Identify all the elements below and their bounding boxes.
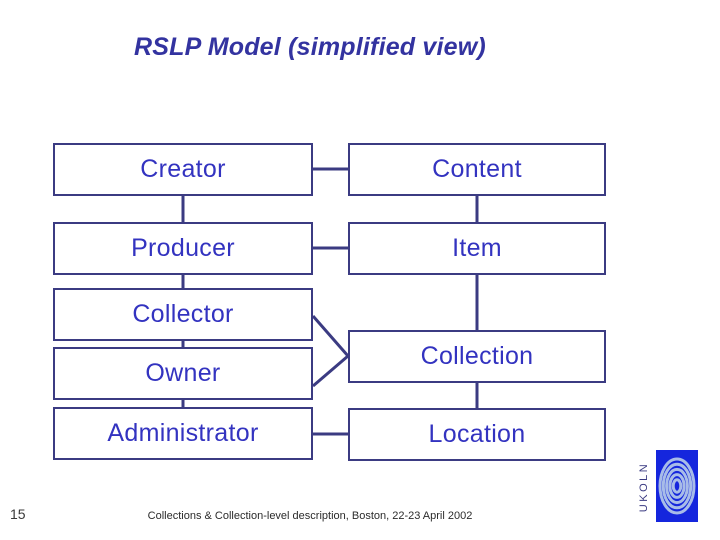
node-label: Collection [420,342,534,370]
connector-collector-to-collection [311,315,350,357]
ukoln-logo: UKOLN [634,448,708,528]
node-box-content[interactable]: Content [348,143,606,196]
node-label: Creator [140,155,226,183]
node-box-collector[interactable]: Collector [53,288,313,341]
slide-canvas: RSLP Model (simplified view) Creator Prod… [0,0,720,540]
ukoln-logo-mark [656,450,698,522]
node-label: Content [432,155,522,183]
connector-owner-to-collection [312,354,349,388]
ukoln-rings-icon [658,457,696,515]
footer-text: Collections & Collection-level descripti… [147,510,473,522]
node-box-location[interactable]: Location [348,408,606,461]
node-box-item[interactable]: Item [348,222,606,275]
node-box-administrator[interactable]: Administrator [53,407,313,460]
node-box-owner[interactable]: Owner [53,347,313,400]
node-label: Owner [145,359,221,387]
ukoln-wordmark-text: UKOLN [638,461,650,513]
ukoln-ring-5 [671,478,683,494]
node-label: Item [452,234,502,262]
node-box-creator[interactable]: Creator [53,143,313,196]
node-label: Location [428,420,526,448]
ukoln-wordmark: UKOLN [634,448,654,526]
rslp-model-diagram: Creator Producer Collector Owner Administrat… [0,0,720,540]
node-box-producer[interactable]: Producer [53,222,313,275]
ukoln-ring-1 [658,457,696,515]
node-label: Administrator [107,419,259,447]
node-label: Collector [132,300,234,328]
node-label: Producer [131,234,235,262]
node-box-collection[interactable]: Collection [348,330,606,383]
